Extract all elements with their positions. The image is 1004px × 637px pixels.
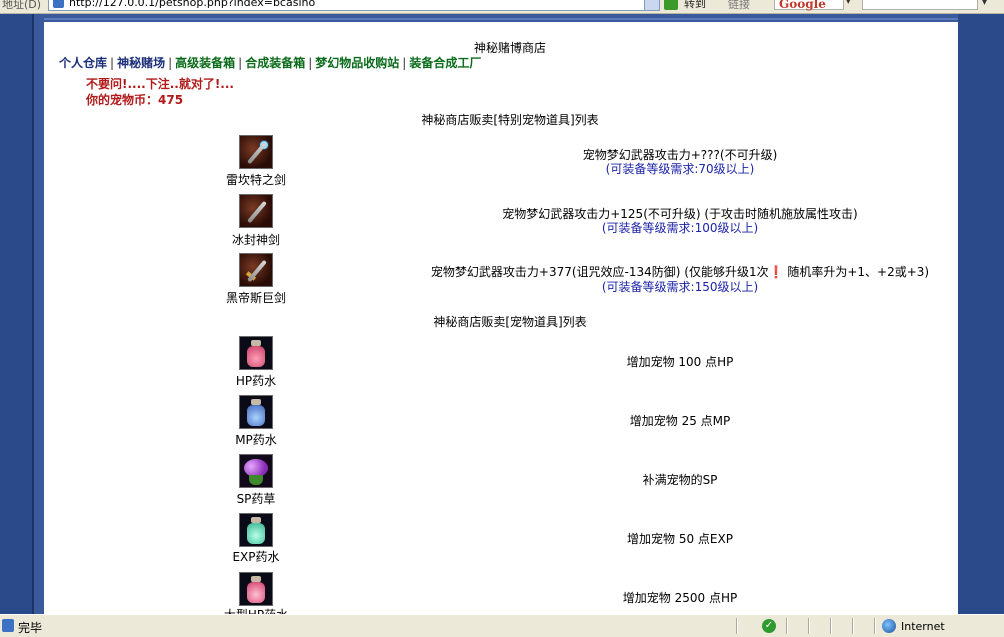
item-effect: 增加宠物 50 点EXP: [627, 532, 733, 546]
nav-synthesis-equipment-box[interactable]: 合成装备箱: [245, 56, 305, 70]
frame-top-border: [44, 18, 958, 20]
item-effect: 增加宠物 2500 点HP: [622, 591, 738, 605]
exp-potion-icon[interactable]: [239, 513, 273, 547]
nav-equipment-synthesis-factory[interactable]: 装备合成工厂: [409, 56, 481, 70]
item-effect: 增加宠物 100 点HP: [626, 355, 734, 369]
address-url[interactable]: http://127.0.0.1/petshop.php?index=bcasi…: [69, 0, 315, 9]
sp-herb-icon[interactable]: [239, 454, 273, 488]
status-text: 完毕: [18, 621, 43, 635]
pet-coins-balance: 你的宠物币：475: [86, 93, 184, 107]
nav-mystery-casino[interactable]: 神秘赌场: [117, 56, 165, 70]
nav-personal-warehouse[interactable]: 个人仓库: [59, 56, 107, 70]
nav-separator: |: [308, 56, 313, 70]
item-effect: 增加宠物 25 点MP: [629, 414, 731, 428]
nav-fantasy-item-buyback[interactable]: 梦幻物品收购站: [315, 56, 399, 70]
status-divider: [874, 618, 875, 634]
right-margin: [958, 14, 1004, 614]
nav-advanced-equipment-box[interactable]: 高级装备箱: [175, 56, 235, 70]
page-done-icon: [2, 619, 14, 632]
special-items-section-title: 神秘商店贩卖[特别宠物道具]列表: [421, 113, 599, 127]
item-name: HP药水: [235, 374, 277, 388]
go-button[interactable]: 转到: [664, 0, 716, 11]
go-label: 转到: [684, 0, 706, 10]
status-divider: [808, 618, 809, 634]
toolbar-dropdown-icon[interactable]: ▾: [982, 0, 987, 8]
status-divider: [852, 618, 853, 634]
item-requirement: (可装备等级需求:70级以上): [605, 162, 755, 176]
links-button[interactable]: 链接: [728, 0, 750, 12]
pet-items-section-title: 神秘商店贩卖[宠物道具]列表: [433, 315, 587, 329]
item-name: 雷坎特之剑: [225, 173, 286, 187]
mp-potion-icon[interactable]: [239, 395, 273, 429]
item-name: MP药水: [235, 433, 277, 447]
nav-separator: |: [238, 56, 243, 70]
hades-greatsword-icon[interactable]: [239, 253, 273, 287]
go-arrow-icon: [664, 0, 678, 10]
hp-potion-icon[interactable]: [239, 336, 273, 370]
nav-separator: |: [402, 56, 407, 70]
status-divider: [786, 618, 787, 634]
google-dropdown-icon[interactable]: ▾: [846, 0, 851, 7]
google-toolbar-logo[interactable]: Google: [774, 0, 844, 11]
status-divider: [736, 618, 737, 634]
ie-page-icon: [53, 0, 64, 8]
address-label: 地址(D): [2, 0, 42, 11]
large-hp-potion-icon[interactable]: [239, 572, 273, 606]
item-requirement: (可装备等级需求:150级以上): [601, 280, 759, 294]
address-input[interactable]: http://127.0.0.1/petshop.php?index=bcasi…: [48, 0, 660, 11]
status-divider: [830, 618, 831, 634]
ice-sword-icon[interactable]: [239, 194, 273, 228]
security-zone-label: Internet: [901, 620, 945, 633]
top-nav: 个人仓库 | 神秘赌场 | 高级装备箱 | 合成装备箱 | 梦幻物品收购站 | 装备合成工厂: [59, 54, 481, 71]
security-check-icon: ✓: [762, 619, 776, 633]
item-name: SP药草: [236, 492, 276, 506]
staff-sword-icon[interactable]: [239, 135, 273, 169]
nav-separator: |: [110, 56, 115, 70]
google-search-input[interactable]: [862, 0, 978, 10]
address-bar: 地址(D) http://127.0.0.1/petshop.php?index…: [0, 0, 1004, 14]
item-requirement: (可装备等级需求:100级以上): [601, 221, 759, 235]
item-effect: 补满宠物的SP: [642, 473, 718, 487]
internet-zone-icon: [882, 619, 896, 633]
item-name: 冰封神剑: [231, 233, 280, 247]
casino-message: 不要问!....下注..就对了!...: [86, 77, 234, 91]
status-bar: 完毕 ✓ Internet: [0, 614, 1004, 637]
item-name: 黑帝斯巨剑: [225, 291, 286, 305]
nav-separator: |: [168, 56, 173, 70]
item-name: EXP药水: [232, 550, 280, 564]
address-dropdown-icon[interactable]: [644, 0, 659, 10]
